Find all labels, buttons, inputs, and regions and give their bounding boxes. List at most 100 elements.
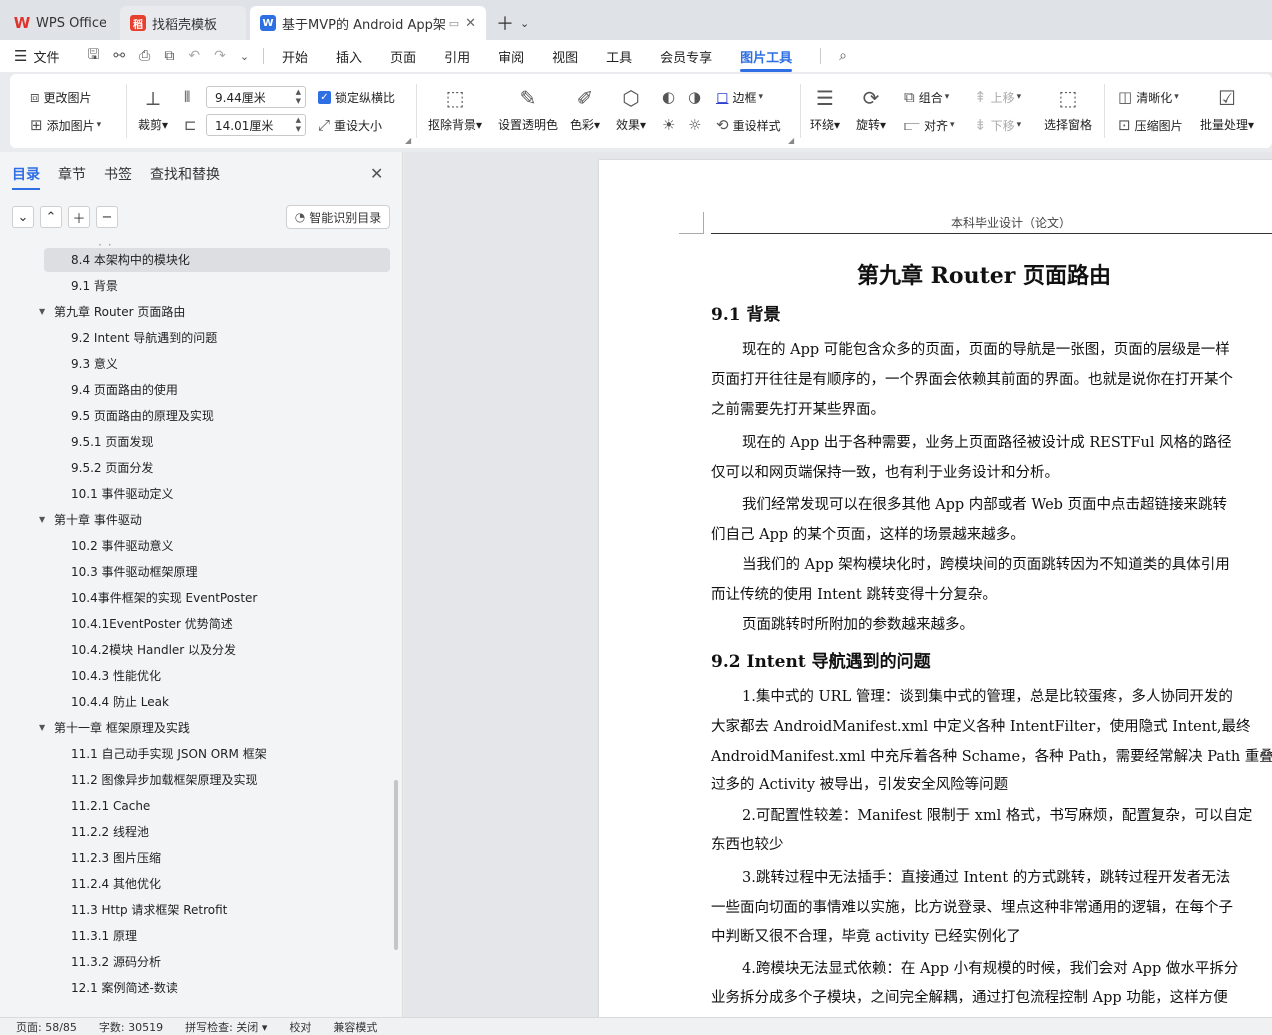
group-button[interactable]: ⧉ 组合 ▾: [904, 88, 949, 106]
document-page[interactable]: 本科毕业设计（论文） 第九章 Router 页面路由 9.1 背景 9.2 In…: [599, 160, 1272, 1017]
expand-down-button[interactable]: ⌄: [12, 206, 34, 228]
menu-tools[interactable]: 工具: [606, 41, 632, 72]
toc-item[interactable]: 12.1 案例简述-数读: [44, 976, 390, 1000]
toc-item[interactable]: 11.2.1 Cache: [44, 794, 390, 818]
height-input[interactable]: 14.01厘米 ▲ ▼: [206, 114, 306, 136]
chevron-down-icon[interactable]: ⌄: [240, 50, 249, 63]
move-down-button[interactable]: ⇟ 下移 ▾: [974, 116, 1021, 134]
toc-item[interactable]: 11.2 图像异步加载框架原理及实现: [44, 768, 390, 792]
toc-item[interactable]: 9.3 意义: [44, 352, 390, 376]
close-tab-icon[interactable]: ✕: [465, 16, 476, 31]
toc-item[interactable]: 10.4.3 性能优化: [44, 664, 390, 688]
toc-item[interactable]: 10.3 事件驱动框架原理: [44, 560, 390, 584]
add-heading-button[interactable]: ＋: [68, 206, 90, 228]
toc-item[interactable]: 10.4.1EventPoster 优势简述: [44, 612, 390, 636]
toc-item[interactable]: 9.5 页面路由的原理及实现: [44, 404, 390, 428]
contrast-up-icon[interactable]: ◐: [662, 88, 679, 106]
print-icon[interactable]: ⎙: [139, 48, 150, 64]
hamburger-icon[interactable]: ☰: [14, 47, 27, 65]
spinner-arrows-icon[interactable]: ▲ ▼: [296, 88, 301, 106]
toc-scrollbar[interactable]: [394, 780, 398, 950]
brightness-up-icon[interactable]: ☀: [662, 116, 679, 134]
batch-process-button[interactable]: ☑ 批量处理▾: [1200, 84, 1254, 133]
toc-item[interactable]: 10.4.2模块 Handler 以及分发: [44, 638, 390, 662]
menu-review[interactable]: 审阅: [498, 41, 524, 72]
move-up-button[interactable]: ⇞ 上移 ▾: [974, 88, 1021, 106]
menu-reference[interactable]: 引用: [444, 41, 470, 72]
menu-member[interactable]: 会员专享: [660, 41, 712, 72]
toc-item[interactable]: 9.4 页面路由的使用: [44, 378, 390, 402]
toc-item[interactable]: 11.2.2 线程池: [44, 820, 390, 844]
tab-find-replace[interactable]: 查找和替换: [150, 164, 220, 190]
compress-picture-button[interactable]: ⊡ 压缩图片: [1118, 116, 1183, 134]
toc-item[interactable]: 11.3 Http 请求框架 Retrofit: [44, 898, 390, 922]
toc-item[interactable]: 11.3.2 源码分析: [44, 950, 390, 974]
dialog-launcher-icon[interactable]: ◢: [405, 136, 411, 145]
menu-file[interactable]: 文件: [33, 41, 59, 72]
link-icon[interactable]: ⚯: [113, 48, 125, 64]
toc-chapter-item[interactable]: ▼ 第十一章 框架原理及实践: [39, 716, 390, 740]
save-icon[interactable]: 🖫: [87, 44, 99, 68]
toc-item[interactable]: 8.4 本架构中的模块化: [44, 248, 390, 272]
tab-bookmarks[interactable]: 书签: [104, 164, 132, 190]
border-button[interactable]: ◻ 边框 ▾: [716, 88, 763, 106]
remove-heading-button[interactable]: −: [96, 206, 118, 228]
color-button[interactable]: ✐ 色彩▾: [570, 84, 600, 133]
toc-item[interactable]: 9.5.2 页面分发: [44, 456, 390, 480]
menu-page[interactable]: 页面: [390, 41, 416, 72]
set-transparent-button[interactable]: ✎ 设置透明色: [498, 84, 558, 133]
collapse-triangle-icon[interactable]: ▼: [39, 508, 45, 532]
toc-item[interactable]: 11.3.1 原理: [44, 924, 390, 948]
toc-chapter-item[interactable]: ▼ 第九章 Router 页面路由: [39, 300, 390, 324]
menu-insert[interactable]: 插入: [336, 41, 362, 72]
menu-home[interactable]: 开始: [282, 41, 308, 72]
toc-item[interactable]: 11.1 自己动手实现 JSON ORM 框架: [44, 742, 390, 766]
toc-chapter-item[interactable]: ▼ 第十章 事件驱动: [39, 508, 390, 532]
toc-item[interactable]: 9.1 背景: [44, 274, 390, 298]
monitor-icon[interactable]: ▭: [449, 17, 459, 30]
rotate-button[interactable]: ⟳ 旋转▾: [856, 84, 886, 133]
toc-item[interactable]: 11.2.4 其他优化: [44, 872, 390, 896]
change-picture-button[interactable]: ⧈ 更改图片: [30, 88, 92, 106]
collapse-triangle-icon[interactable]: ▼: [39, 716, 45, 740]
wrap-button[interactable]: ☰ 环绕▾: [810, 84, 840, 133]
collapse-triangle-icon[interactable]: ▼: [39, 300, 45, 324]
effect-button[interactable]: ⬡ 效果▾: [616, 84, 646, 133]
tab-sections[interactable]: 章节: [58, 164, 86, 190]
toc-item[interactable]: 10.2 事件驱动意义: [44, 534, 390, 558]
lock-ratio-checkbox[interactable]: ✓ 锁定纵横比: [318, 89, 395, 106]
tab-wps-office[interactable]: W WPS Office: [4, 6, 116, 40]
tab-document[interactable]: W 基于MVP的 Android App架构 ▭ ✕: [250, 6, 486, 40]
toc-item[interactable]: 9.5.1 页面发现: [44, 430, 390, 454]
collapse-up-button[interactable]: ⌃: [40, 206, 62, 228]
reset-size-button[interactable]: ⤢ 重设大小: [318, 116, 382, 134]
menu-view[interactable]: 视图: [552, 41, 578, 72]
tab-docer-templates[interactable]: 稻 找稻壳模板: [120, 6, 246, 40]
redo-icon[interactable]: ↷: [214, 48, 226, 64]
toc-item[interactable]: 9.2 Intent 导航遇到的问题: [44, 326, 390, 350]
dialog-launcher-icon[interactable]: ◢: [788, 136, 794, 145]
crop-button[interactable]: ⟂ 裁剪▾: [138, 84, 168, 133]
search-icon[interactable]: ⌕: [839, 48, 847, 64]
align-button[interactable]: ⫍ 对齐 ▾: [904, 116, 955, 134]
toc-item[interactable]: 11.2.3 图片压缩: [44, 846, 390, 870]
chevron-down-icon[interactable]: ⌄: [520, 17, 529, 30]
spell-check-status[interactable]: 拼写检查: 关闭 ▾: [185, 1019, 267, 1035]
close-pane-icon[interactable]: ✕: [370, 164, 383, 183]
remove-background-button[interactable]: ⬚ 抠除背景▾: [428, 84, 482, 133]
brightness-down-icon[interactable]: ☼: [688, 116, 705, 134]
select-pane-button[interactable]: ⬚ 选择窗格: [1044, 84, 1092, 133]
reset-style-button[interactable]: ⟲ 重设样式: [716, 116, 781, 134]
toc-item[interactable]: 10.1 事件驱动定义: [44, 482, 390, 506]
add-picture-button[interactable]: ⊞ 添加图片 ▾: [30, 116, 101, 134]
print-preview-icon[interactable]: ⧉: [164, 48, 174, 64]
tab-toc[interactable]: 目录: [12, 164, 40, 190]
new-tab-button[interactable]: ＋ ⌄: [490, 6, 535, 40]
proofread-button[interactable]: 校对: [289, 1019, 311, 1035]
toc-item[interactable]: 10.4.4 防止 Leak: [44, 690, 390, 714]
smart-toc-button[interactable]: ◔ 智能识别目录: [286, 205, 390, 229]
toc-item[interactable]: 10.4事件框架的实现 EventPoster: [44, 586, 390, 610]
sharpen-button[interactable]: ◫ 清晰化 ▾: [1118, 88, 1179, 106]
word-count[interactable]: 字数: 30519: [99, 1019, 163, 1035]
contrast-down-icon[interactable]: ◑: [688, 88, 705, 106]
